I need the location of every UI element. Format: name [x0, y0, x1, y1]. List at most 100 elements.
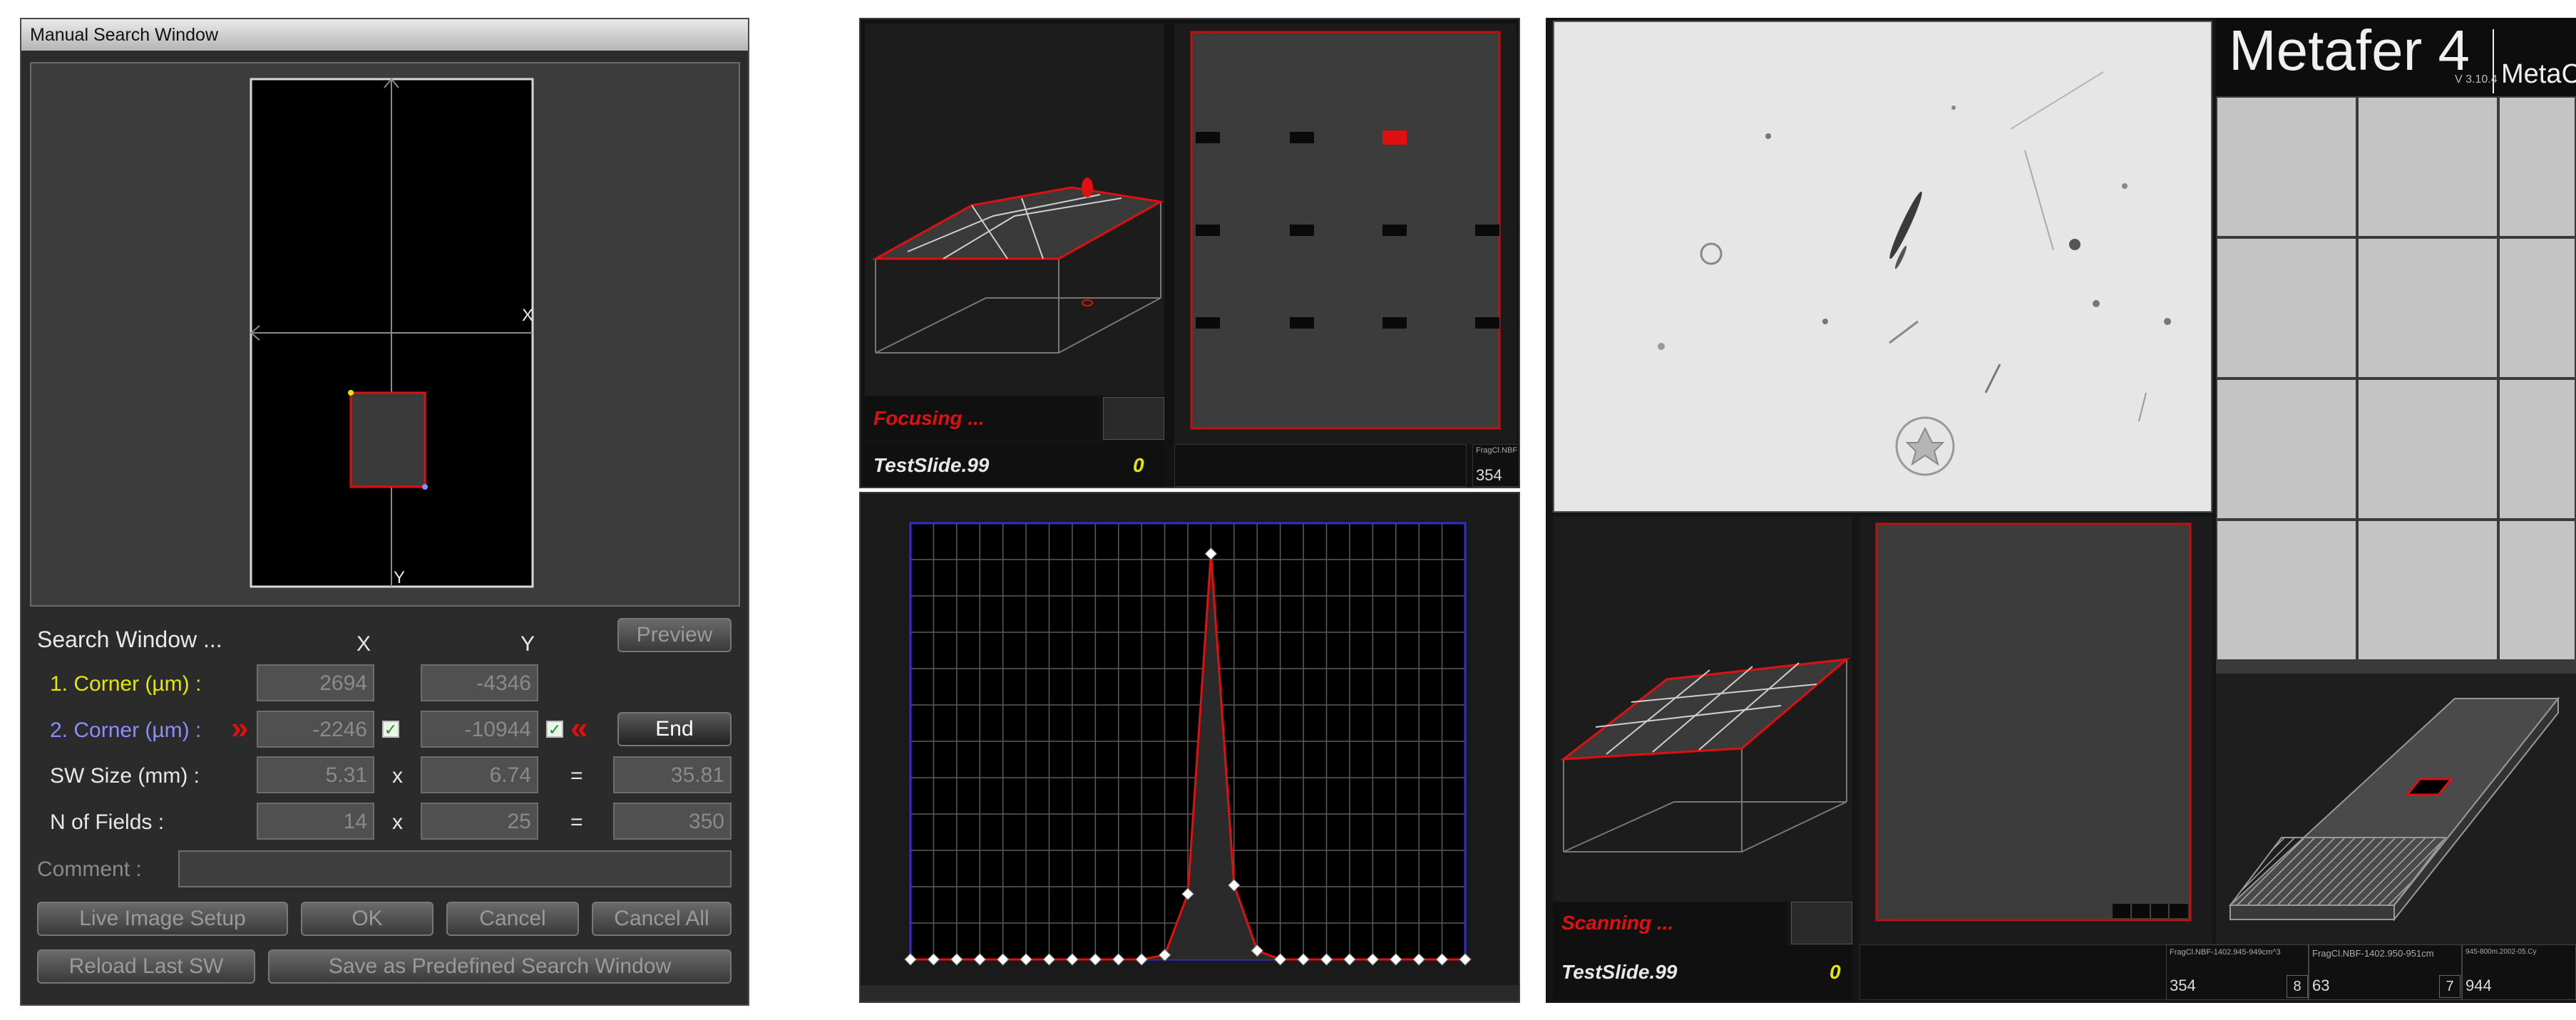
- gallery-cell[interactable]: [2216, 520, 2357, 661]
- col-y-header: Y: [520, 632, 535, 656]
- scan-slide-name: TestSlide.99: [1553, 944, 1852, 1000]
- app-logo: Metafer 4 V 3.10.4 MetaCy: [2216, 18, 2576, 96]
- sw-size-y-field: 6.74: [421, 756, 538, 793]
- gallery-cell[interactable]: [2498, 378, 2576, 520]
- gallery-cell[interactable]: [2357, 378, 2498, 520]
- gallery-cell[interactable]: [2216, 237, 2357, 378]
- info-value-3: 944: [2465, 977, 2492, 994]
- gallery-cell[interactable]: [2216, 96, 2357, 237]
- ok-button[interactable]: OK: [301, 902, 433, 936]
- corner2-marker: [422, 484, 428, 490]
- gallery-cell[interactable]: [2498, 96, 2576, 237]
- equals-sign: =: [570, 810, 583, 834]
- app-version: V 3.10.4: [2455, 73, 2498, 86]
- logo-divider: [2493, 29, 2494, 93]
- gallery-cell[interactable]: [2498, 237, 2576, 378]
- end-button[interactable]: End: [617, 712, 732, 746]
- section-title: Search Window ...: [37, 627, 222, 652]
- fields-total-field: 350: [613, 803, 732, 840]
- save-predefined-button[interactable]: Save as Predefined Search Window: [268, 949, 732, 984]
- info-label-3: 945-800m.2002-05.Cy: [2465, 948, 2537, 956]
- corner2-y-checkbox[interactable]: ✓: [546, 721, 563, 738]
- sw-size-label: SW Size (mm) :: [50, 764, 200, 788]
- info-value-1: 354: [2170, 977, 2196, 994]
- gallery-cell[interactable]: [2498, 520, 2576, 661]
- focus-side-small-label: FragCl.NBF: [1476, 446, 1518, 455]
- focus-panel: Focusing ... TestSlide.99 0 FragCl.NBF 3…: [859, 18, 1520, 488]
- col-x-header: X: [356, 632, 371, 656]
- preview-button[interactable]: Preview: [617, 618, 732, 652]
- sw-size-total-field: 35.81: [613, 756, 732, 793]
- gallery-grid: [2216, 96, 2576, 674]
- focus-status: Focusing ...: [865, 397, 1099, 440]
- focus-quality-chart: [904, 522, 1472, 966]
- corner2-y-field: -10944: [421, 711, 538, 748]
- focus-slide-view: [1174, 24, 1517, 444]
- comment-input[interactable]: [178, 850, 732, 887]
- info-cell-1: FragCl.NBF-1402.945-949cm^3 354 8: [2166, 944, 2309, 1000]
- info-cell-2: FragCl.NBF-1402.950-951cm 63 7: [2309, 944, 2462, 1000]
- fields-x-field: 14: [257, 803, 374, 840]
- scan-slide-count: 0: [1830, 961, 1841, 983]
- times-sign: x: [392, 810, 403, 834]
- focus-chart-panel: [859, 492, 1520, 1003]
- gallery-cell[interactable]: [2357, 96, 2498, 237]
- app-title: Metafer 4: [2229, 19, 2470, 82]
- slide-holder-icon: [2228, 696, 2560, 922]
- equals-sign: =: [570, 764, 583, 788]
- corner1-y-field: -4346: [421, 664, 538, 701]
- field-grid-view: [1190, 31, 1501, 430]
- manual-search-window: Manual Search Window X Y Preview Search …: [20, 18, 749, 1006]
- corner2-x-checkbox[interactable]: ✓: [382, 721, 399, 738]
- corner2-label: 2. Corner (µm) :: [50, 718, 202, 742]
- slide-count: 0: [1133, 454, 1144, 476]
- x-axis-label: X: [522, 306, 534, 325]
- live-image: [1553, 21, 2212, 512]
- sw-size-x-field: 5.31: [257, 756, 374, 793]
- info-count-1: 8: [2287, 975, 2308, 998]
- cancel-all-button[interactable]: Cancel All: [592, 902, 732, 936]
- scan-info-panel: FragCl.NBF-1402.945-949cm^3 354 8 FragCl…: [2166, 944, 2576, 1000]
- scan-surface-3d: [1560, 657, 1850, 852]
- app-subtitle: MetaCy: [2501, 59, 2576, 89]
- focus-point-marker: [1082, 177, 1093, 197]
- fields-y-field: 25: [421, 803, 538, 840]
- arrow-left-icon: »: [231, 711, 249, 746]
- reload-last-sw-button[interactable]: Reload Last SW: [37, 949, 255, 984]
- focus-3d-view: [865, 24, 1164, 396]
- info-label-1: FragCl.NBF-1402.945-949cm^3: [2170, 948, 2281, 957]
- focus-info-bar: [1174, 444, 1467, 487]
- fields-label: N of Fields :: [50, 810, 165, 834]
- cancel-button[interactable]: Cancel: [446, 902, 579, 936]
- focus-side-value: 354: [1476, 466, 1502, 484]
- focus-side-info: FragCl.NBF 354: [1472, 444, 1519, 487]
- info-label-2: FragCl.NBF-1402.950-951cm: [2312, 948, 2434, 959]
- arrow-right-icon: «: [570, 711, 588, 746]
- corner1-x-field: 2694: [257, 664, 374, 701]
- info-count-2: 7: [2439, 975, 2460, 998]
- info-value-2: 63: [2312, 977, 2330, 994]
- scan-field-view: [1875, 522, 2192, 922]
- corner2-x-field: -2246: [257, 711, 374, 748]
- slide-3d-view: [2216, 674, 2576, 944]
- scan-status-box: [1791, 902, 1852, 944]
- focus-status-box: [1103, 397, 1164, 440]
- slide-map: [250, 78, 534, 588]
- focus-surface-3d: [871, 177, 1164, 354]
- gallery-cell[interactable]: [2216, 378, 2357, 520]
- scan-3d-view: [1553, 517, 1852, 902]
- window-title: Manual Search Window: [21, 19, 748, 51]
- scan-panel: Metafer 4 V 3.10.4 MetaCy: [1546, 18, 2576, 1003]
- current-field-marker: [1382, 130, 1407, 145]
- live-image-setup-button[interactable]: Live Image Setup: [37, 902, 288, 936]
- search-window-rect[interactable]: [349, 391, 426, 488]
- gallery-cell[interactable]: [2357, 520, 2498, 661]
- corner1-marker: [348, 390, 354, 396]
- corner1-label: 1. Corner (µm) :: [50, 672, 202, 696]
- scan-status: Scanning ...: [1553, 902, 1787, 944]
- search-window-preview: X Y: [30, 62, 740, 607]
- gallery-cell[interactable]: [2357, 237, 2498, 378]
- scan-slide-view: [1859, 517, 2212, 944]
- comment-label: Comment :: [37, 857, 142, 881]
- y-axis-label: Y: [394, 568, 406, 587]
